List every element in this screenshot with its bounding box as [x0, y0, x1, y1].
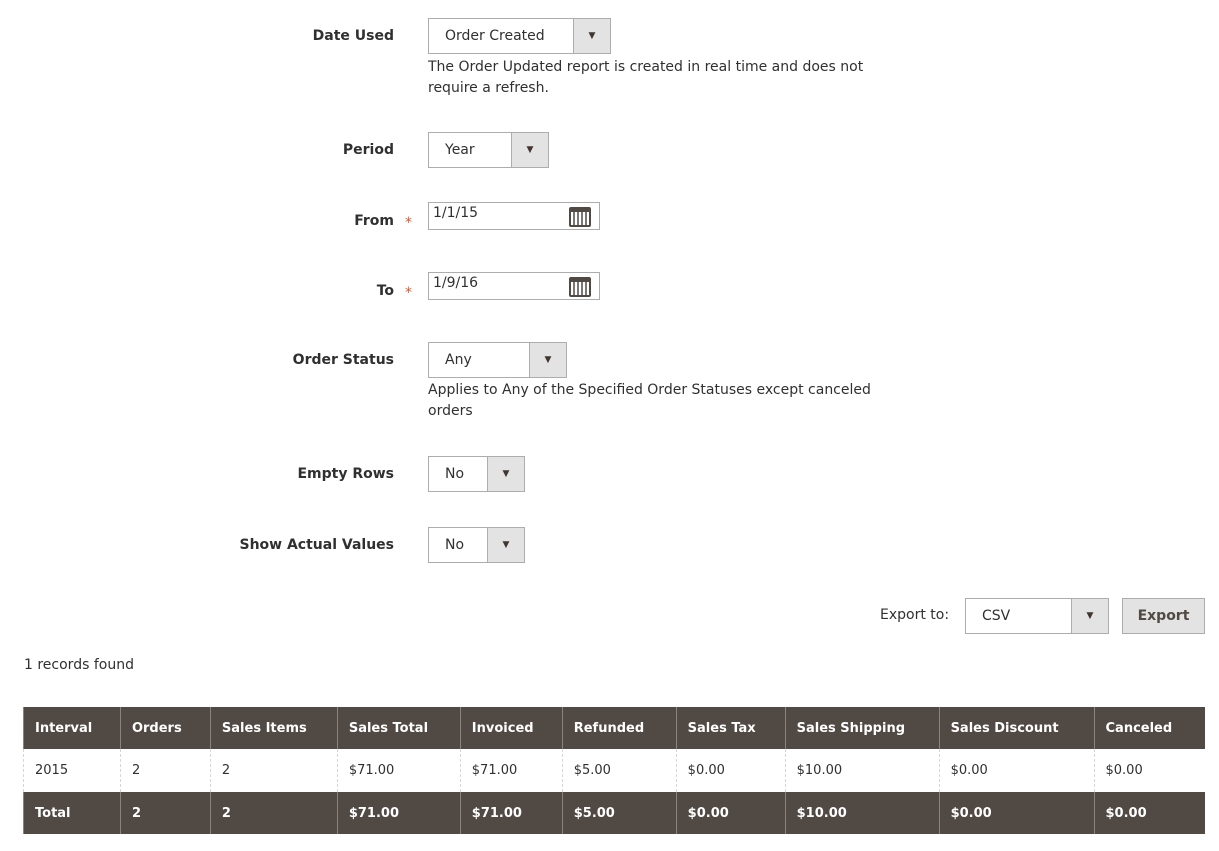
table-cell: 2015	[23, 749, 121, 792]
to-date-input[interactable]: 1/9/16	[428, 272, 600, 300]
column-header[interactable]: Sales Discount	[938, 707, 1094, 749]
table-cell: $10.00	[784, 749, 940, 792]
date-used-select[interactable]: Order Created ▼	[428, 18, 611, 54]
totals-cell: $10.00	[784, 792, 940, 834]
table-cell: $0.00	[675, 749, 786, 792]
export-button[interactable]: Export	[1122, 598, 1205, 634]
totals-cell: 2	[209, 792, 338, 834]
column-header[interactable]: Sales Total	[336, 707, 461, 749]
order-status-label: Order Status	[292, 352, 394, 368]
to-value: 1/9/16	[433, 275, 479, 291]
chevron-down-icon: ▼	[573, 19, 610, 53]
table-cell: $71.00	[336, 749, 461, 792]
show-actual-values-value: No	[445, 537, 465, 553]
records-count: 1 records found	[24, 657, 134, 673]
totals-cell: $71.00	[336, 792, 461, 834]
export-format-select[interactable]: CSV ▼	[965, 598, 1109, 634]
totals-cell: $5.00	[561, 792, 677, 834]
calendar-icon[interactable]	[569, 277, 591, 297]
table-row: 2015 2 2 $71.00 $71.00 $5.00 $0.00 $10.00 $0.00 $…	[23, 749, 1205, 792]
table-header-row: Interval Orders Sales Items Sales Total Invo…	[23, 707, 1205, 749]
totals-cell: $0.00	[938, 792, 1094, 834]
show-actual-values-select[interactable]: No ▼	[428, 527, 525, 563]
table-cell: 2	[119, 749, 211, 792]
date-used-label: Date Used	[312, 28, 394, 44]
order-status-select[interactable]: Any ▼	[428, 342, 567, 378]
date-used-note: The Order Updated report is created in r…	[428, 59, 864, 96]
chevron-down-icon: ▼	[529, 343, 566, 377]
empty-rows-label: Empty Rows	[297, 466, 394, 482]
column-header[interactable]: Canceled	[1093, 707, 1205, 749]
column-header[interactable]: Orders	[119, 707, 211, 749]
chevron-down-icon: ▼	[511, 133, 548, 167]
to-label: To	[376, 283, 394, 299]
order-status-value: Any	[445, 352, 472, 368]
totals-cell: Total	[23, 792, 121, 834]
table-cell: $5.00	[561, 749, 677, 792]
empty-rows-select[interactable]: No ▼	[428, 456, 525, 492]
date-used-value: Order Created	[445, 28, 545, 44]
chevron-down-icon: ▼	[487, 457, 524, 491]
table-cell: $0.00	[1093, 749, 1205, 792]
period-value: Year	[445, 142, 475, 158]
chevron-down-icon: ▼	[487, 528, 524, 562]
column-header[interactable]: Sales Shipping	[784, 707, 940, 749]
show-actual-values-label: Show Actual Values	[239, 537, 395, 553]
column-header[interactable]: Sales Tax	[675, 707, 786, 749]
export-format-value: CSV	[982, 608, 1011, 624]
period-select[interactable]: Year ▼	[428, 132, 549, 168]
empty-rows-value: No	[445, 466, 465, 482]
column-header[interactable]: Invoiced	[459, 707, 563, 749]
report-table: Interval Orders Sales Items Sales Total Invo…	[23, 707, 1205, 834]
period-label: Period	[342, 142, 394, 158]
totals-cell: $0.00	[1093, 792, 1205, 834]
required-mark: *	[405, 215, 412, 231]
totals-cell: $0.00	[675, 792, 786, 834]
column-header[interactable]: Sales Items	[209, 707, 338, 749]
table-cell: 2	[209, 749, 338, 792]
column-header[interactable]: Refunded	[561, 707, 677, 749]
calendar-icon[interactable]	[569, 207, 591, 227]
from-value: 1/1/15	[433, 205, 479, 221]
chevron-down-icon: ▼	[1071, 599, 1108, 633]
from-label: From	[354, 213, 394, 229]
from-date-input[interactable]: 1/1/15	[428, 202, 600, 230]
totals-row: Total 2 2 $71.00 $71.00 $5.00 $0.00 $10.00 $0.00…	[23, 792, 1205, 834]
export-label: Export to:	[880, 607, 950, 623]
column-header[interactable]: Interval	[23, 707, 121, 749]
totals-cell: $71.00	[459, 792, 563, 834]
table-cell: $71.00	[459, 749, 563, 792]
totals-cell: 2	[119, 792, 211, 834]
table-cell: $0.00	[938, 749, 1094, 792]
order-status-note: Applies to Any of the Specified Order St…	[428, 382, 871, 419]
required-mark: *	[405, 285, 412, 301]
